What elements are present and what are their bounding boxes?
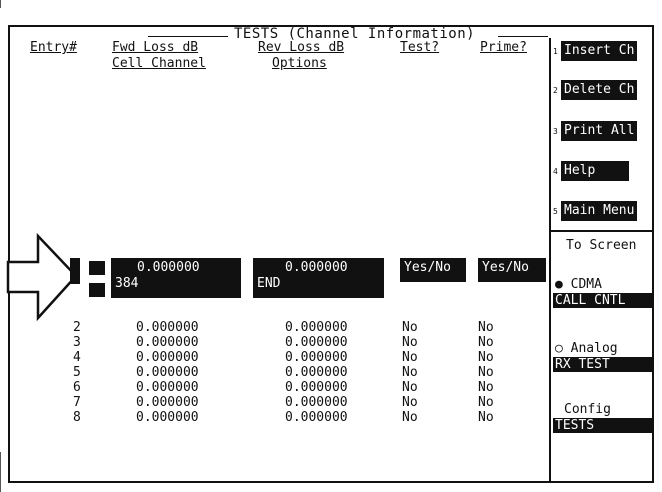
rev-loss-cell: 0.000000: [285, 335, 348, 350]
header-fwd-loss: Fwd Loss dB: [112, 40, 199, 55]
entry-number: 4: [73, 350, 81, 365]
test-cell: No: [402, 350, 418, 365]
softkey-number: 4: [553, 166, 558, 176]
cursor-marker: [89, 261, 105, 275]
test-cell: No: [402, 380, 418, 395]
entry-number: 7: [73, 395, 81, 410]
test-toggle-field[interactable]: Yes/No: [400, 258, 466, 282]
prime-cell: No: [478, 350, 494, 365]
softkey-number: 3: [553, 126, 558, 136]
channel-value: 384: [115, 276, 139, 291]
header-cell-channel: Cell Channel: [112, 56, 206, 71]
rev-loss-cell: 0.000000: [285, 410, 348, 425]
fwd-loss-channel-field[interactable]: 0.000000 384: [111, 258, 241, 298]
rev-loss-cell: 0.000000: [285, 320, 348, 335]
fwd-loss-cell: 0.000000: [136, 410, 199, 425]
prime-cell: No: [478, 410, 494, 425]
softkey-label: Help: [561, 161, 630, 181]
softkey-number: 1: [553, 46, 558, 56]
prime-cell: No: [478, 320, 494, 335]
title-rule-right: [498, 36, 548, 37]
cdma-label: CDMA: [570, 277, 602, 292]
test-cell: No: [402, 365, 418, 380]
title-rule-left: [148, 36, 228, 37]
prime-cell: No: [478, 380, 494, 395]
radio-unselected-icon: ○: [555, 341, 563, 356]
rx-test-button[interactable]: RX TEST: [553, 357, 653, 372]
fwd-loss-cell: 0.000000: [136, 320, 199, 335]
fwd-loss-cell: 0.000000: [136, 365, 199, 380]
rev-loss-cell: 0.000000: [285, 380, 348, 395]
rev-loss-cell: 0.000000: [285, 350, 348, 365]
tests-button[interactable]: TESTS: [553, 418, 653, 433]
header-prime: Prime?: [480, 40, 527, 55]
entry-number: 2: [73, 320, 81, 335]
config-label: Config: [564, 402, 611, 417]
test-cell: No: [402, 320, 418, 335]
softkey-print-all[interactable]: 3 Print All: [553, 121, 638, 141]
rev-loss-cell: 0.000000: [285, 365, 348, 380]
test-cell: No: [402, 410, 418, 425]
prime-cell: No: [478, 365, 494, 380]
softkey-label: Delete Ch: [561, 80, 638, 100]
options-value: END: [257, 276, 281, 291]
entry-number: 3: [73, 335, 81, 350]
softkey-panel-separator: [549, 230, 654, 232]
softkey-delete-channel[interactable]: 2 Delete Ch: [553, 80, 638, 100]
prime-cell: No: [478, 395, 494, 410]
rev-loss-options-field[interactable]: 0.000000 END: [253, 258, 384, 298]
analog-label: Analog: [570, 341, 618, 356]
fwd-loss-cell: 0.000000: [136, 350, 199, 365]
softkey-main-menu[interactable]: 5 Main Menu: [553, 201, 638, 221]
fwd-loss-cell: 0.000000: [136, 395, 199, 410]
entry-number: 6: [73, 380, 81, 395]
prime-cell: No: [478, 335, 494, 350]
fwd-loss-value: 0.000000: [137, 260, 200, 275]
softkey-divider: [549, 38, 551, 483]
rev-loss-cell: 0.000000: [285, 395, 348, 410]
entry-number: 8: [73, 410, 81, 425]
softkey-number: 5: [553, 206, 558, 216]
softkey-label: Print All: [561, 121, 638, 141]
test-cell: No: [402, 335, 418, 350]
call-cntl-button[interactable]: CALL CNTL: [553, 293, 653, 308]
fwd-loss-cell: 0.000000: [136, 380, 199, 395]
softkey-label: Main Menu: [561, 201, 638, 221]
header-entry: Entry#: [30, 40, 77, 55]
softkey-insert-channel[interactable]: 1 Insert Ch: [553, 41, 638, 61]
cursor-marker: [89, 283, 105, 297]
edge-mark: [0, 452, 1, 492]
to-screen-heading: To Screen: [566, 238, 637, 253]
analog-radio-option[interactable]: ○ Analog: [555, 341, 618, 356]
edge-mark: [0, 0, 1, 8]
test-cell: No: [402, 395, 418, 410]
radio-selected-icon: ●: [555, 277, 563, 292]
rev-loss-value: 0.000000: [285, 260, 348, 275]
softkey-label: Insert Ch: [561, 41, 638, 61]
cursor-entry-field[interactable]: [70, 258, 80, 284]
softkey-number: 2: [553, 85, 558, 95]
header-options: Options: [272, 56, 327, 71]
entry-number: 5: [73, 365, 81, 380]
softkey-help[interactable]: 4 Help: [553, 161, 630, 181]
header-rev-loss: Rev Loss dB: [258, 40, 345, 55]
prime-toggle-field[interactable]: Yes/No: [478, 258, 546, 282]
header-test: Test?: [400, 40, 440, 55]
fwd-loss-cell: 0.000000: [136, 335, 199, 350]
cdma-radio-option[interactable]: ● CDMA: [555, 277, 602, 292]
